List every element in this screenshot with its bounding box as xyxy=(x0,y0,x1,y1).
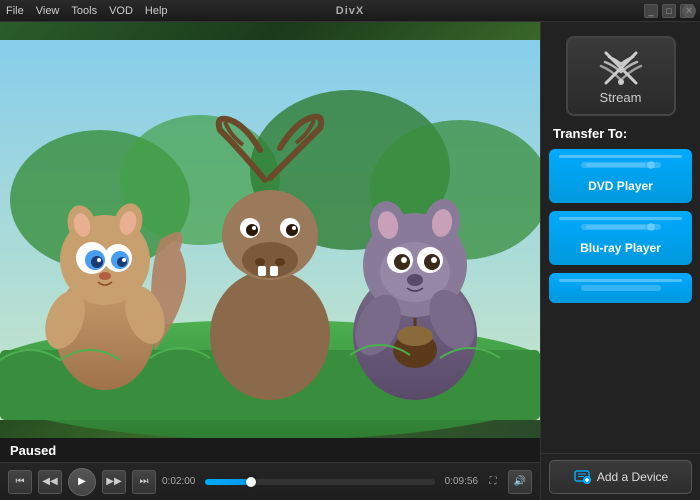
menu-file[interactable]: File xyxy=(6,5,24,17)
bluray-player-item[interactable]: Blu-ray Player xyxy=(549,211,692,265)
stream-icon xyxy=(596,48,646,86)
maximize-button[interactable]: □ xyxy=(662,4,676,18)
menu-vod[interactable]: VOD xyxy=(109,5,133,17)
dvd-player-label: DVD Player xyxy=(588,179,653,193)
video-area: Paused ⏮ ◀◀ ▶ ▶▶ ⏭ 0:02:00 0:09:56 ⛶ 🔊 xyxy=(0,22,540,500)
third-device-icon xyxy=(581,282,661,294)
progress-thumb[interactable] xyxy=(246,477,256,487)
progress-fill xyxy=(205,479,251,485)
video-frame xyxy=(0,22,540,438)
fullscreen-button[interactable]: ⛶ xyxy=(484,473,502,491)
controls-bar: ⏮ ◀◀ ▶ ▶▶ ⏭ 0:02:00 0:09:56 ⛶ 🔊 xyxy=(0,462,540,500)
add-device-label: Add a Device xyxy=(597,470,668,484)
volume-button[interactable]: 🔊 xyxy=(508,470,532,494)
fast-forward-button[interactable]: ▶▶ xyxy=(102,470,126,494)
main-layout: Paused ⏮ ◀◀ ▶ ▶▶ ⏭ 0:02:00 0:09:56 ⛶ 🔊 ✕ xyxy=(0,22,700,500)
title-bar: File View Tools VOD Help DivX _ □ ✕ xyxy=(0,0,700,22)
add-device-section: Add a Device xyxy=(541,453,700,500)
bluray-icon xyxy=(581,221,661,233)
skip-forward-button[interactable]: ⏭ xyxy=(132,470,156,494)
rewind-button[interactable]: ◀◀ xyxy=(38,470,62,494)
skip-back-button[interactable]: ⏮ xyxy=(8,470,32,494)
third-device-item[interactable] xyxy=(549,273,692,303)
playback-status: Paused xyxy=(10,443,56,458)
device-list: DVD Player Blu-ray Player xyxy=(541,149,700,453)
video-container[interactable] xyxy=(0,22,540,438)
play-pause-button[interactable]: ▶ xyxy=(68,468,96,496)
menu-view[interactable]: View xyxy=(36,5,60,17)
scene-svg xyxy=(0,22,540,438)
panel-close-button[interactable]: ✕ xyxy=(682,4,696,18)
right-panel: ✕ Stream Transfer To: xyxy=(540,22,700,500)
transfer-to-label: Transfer To: xyxy=(541,126,700,149)
app-title: DivX xyxy=(336,5,364,17)
menu-help[interactable]: Help xyxy=(145,5,168,17)
dvd-player-item[interactable]: DVD Player xyxy=(549,149,692,203)
current-time: 0:02:00 xyxy=(162,476,195,487)
stream-label: Stream xyxy=(600,90,642,105)
total-time: 0:09:56 xyxy=(445,476,478,487)
add-device-button[interactable]: Add a Device xyxy=(549,460,692,494)
minimize-button[interactable]: _ xyxy=(644,4,658,18)
add-device-icon xyxy=(573,467,591,488)
stream-button[interactable]: Stream xyxy=(566,36,676,116)
menu-tools[interactable]: Tools xyxy=(71,5,97,17)
progress-bar[interactable] xyxy=(205,479,434,485)
menu-bar: File View Tools VOD Help xyxy=(6,5,168,17)
dvd-icon xyxy=(581,159,661,171)
bluray-player-label: Blu-ray Player xyxy=(580,241,661,255)
status-bar: Paused xyxy=(0,438,540,462)
